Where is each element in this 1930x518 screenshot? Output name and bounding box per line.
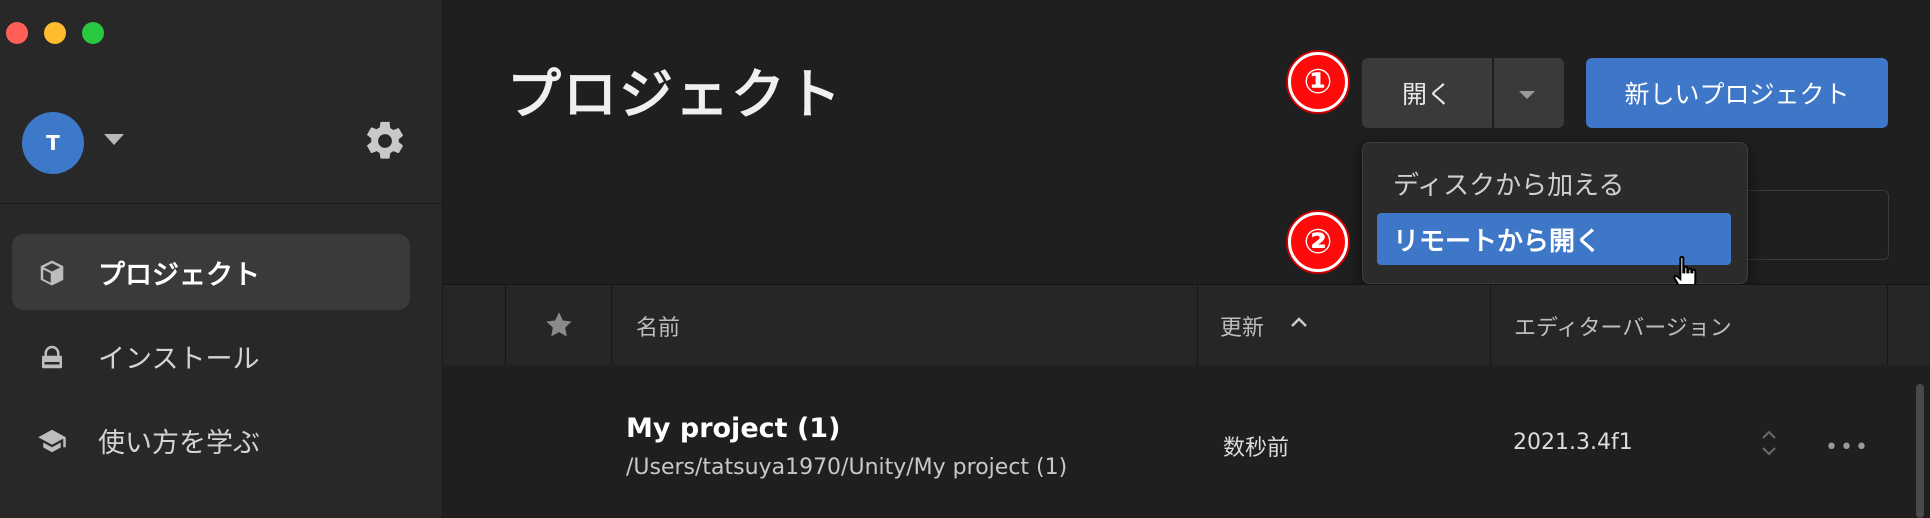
window-close-button[interactable] <box>6 22 28 44</box>
more-options-icon[interactable]: ••• <box>1825 435 1870 460</box>
sidebar-item-label: プロジェクト <box>98 259 260 291</box>
chevron-up-icon[interactable] <box>1290 315 1308 329</box>
column-divider <box>1197 285 1198 365</box>
column-divider <box>505 285 506 365</box>
scrollbar[interactable] <box>1916 384 1924 518</box>
sidebar-item-projects[interactable]: プロジェクト <box>12 234 410 310</box>
column-divider <box>611 285 612 365</box>
column-header-modified[interactable]: 更新 <box>1220 310 1264 342</box>
column-header-editor-version[interactable]: エディターバージョン <box>1514 310 1732 342</box>
gear-icon[interactable] <box>362 118 408 164</box>
project-modified: 数秒前 <box>1223 436 1290 461</box>
project-path: /Users/tatsuya1970/Unity/My project (1) <box>626 455 1068 480</box>
page-title: プロジェクト <box>507 63 843 126</box>
cube-icon <box>40 260 64 286</box>
sidebar-item-label: 使い方を学ぶ <box>98 427 260 459</box>
chevron-down-icon <box>1519 91 1535 99</box>
project-name: My project (1) <box>626 413 841 444</box>
lock-icon <box>42 345 62 369</box>
table-header: 名前 更新 エディターバージョン <box>443 284 1930 366</box>
new-project-button[interactable]: 新しいプロジェクト <box>1586 58 1888 128</box>
sidebar-divider <box>0 203 442 204</box>
sidebar-item-learn[interactable]: 使い方を学ぶ <box>12 402 410 478</box>
open-button[interactable]: 開く <box>1362 58 1492 128</box>
project-editor-version: 2021.3.4f1 <box>1513 430 1633 455</box>
column-header-name[interactable]: 名前 <box>636 310 680 342</box>
window-minimize-button[interactable] <box>44 22 66 44</box>
open-options-button[interactable] <box>1494 58 1564 128</box>
version-select-icon[interactable] <box>1760 427 1778 459</box>
chevron-down-icon[interactable] <box>104 134 124 145</box>
sidebar-item-installs[interactable]: インストール <box>12 318 410 394</box>
avatar-initial: T <box>46 131 60 155</box>
graduation-cap-icon <box>38 429 66 453</box>
column-divider <box>1887 285 1888 365</box>
star-icon[interactable] <box>543 309 575 341</box>
sidebar-item-label: インストール <box>98 343 260 375</box>
sidebar: T プロジェクト インストール 使い方を学ぶ <box>0 0 443 518</box>
search-input[interactable] <box>1740 190 1889 260</box>
column-divider <box>1490 285 1491 365</box>
table-row[interactable]: My project (1) /Users/tatsuya1970/Unity/… <box>443 365 1930 518</box>
step-badge-1: ① <box>1288 52 1348 112</box>
menu-item-add-from-disk[interactable]: ディスクから加える <box>1377 157 1731 209</box>
avatar[interactable]: T <box>22 112 84 174</box>
window-zoom-button[interactable] <box>82 22 104 44</box>
step-badge-2: ② <box>1288 212 1348 272</box>
